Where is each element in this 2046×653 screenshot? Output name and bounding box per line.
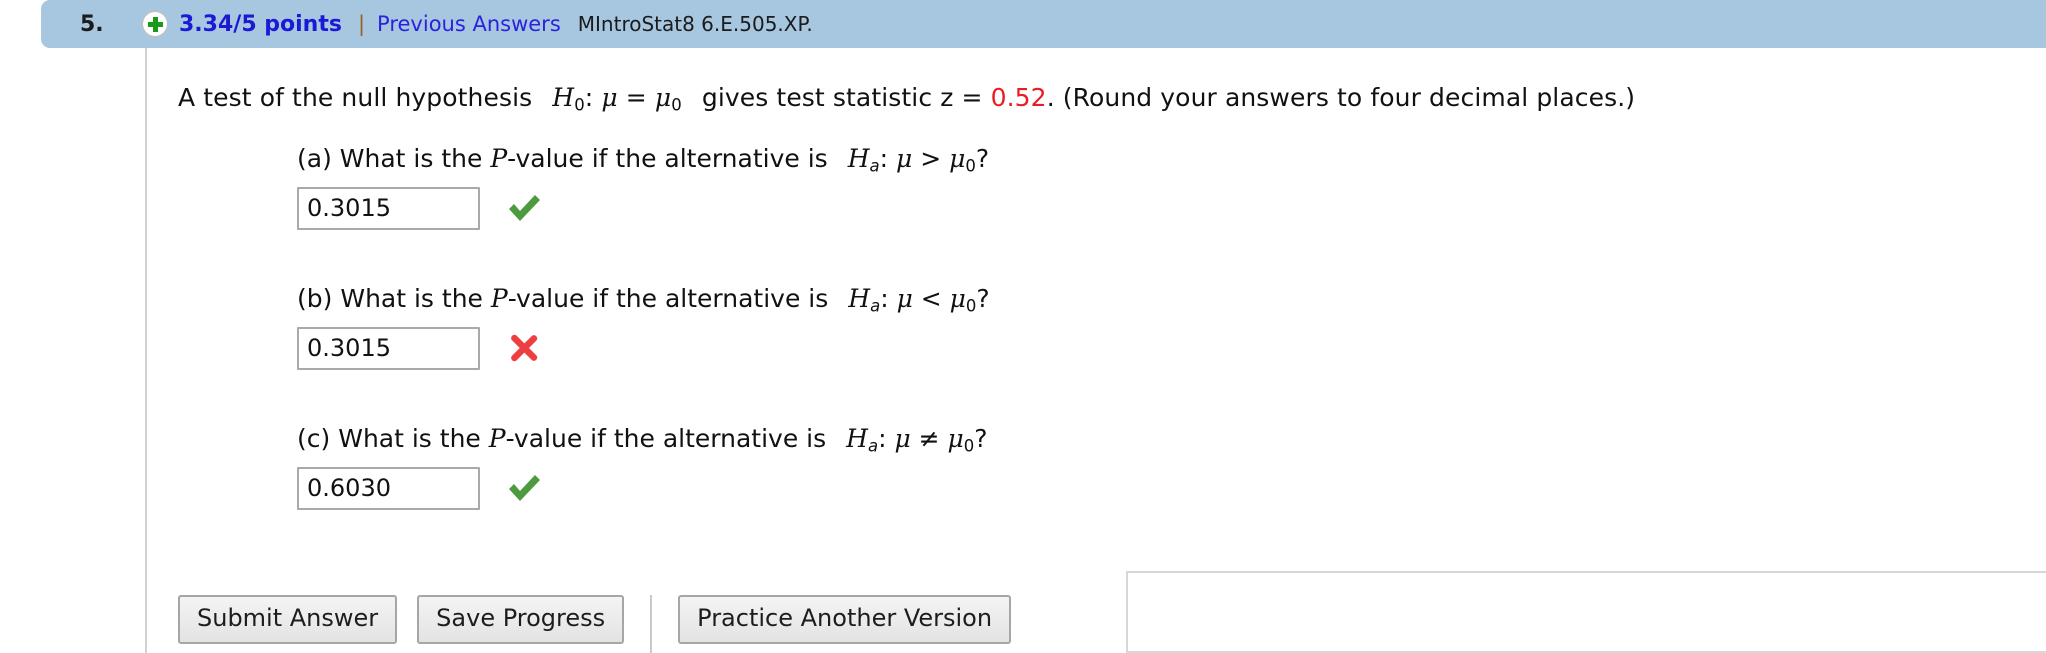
prompt-period: . <box>1046 83 1055 112</box>
submit-answer-button[interactable]: Submit Answer <box>178 595 398 644</box>
part-b-alternative-expression: Ha: μ < μ0? <box>848 284 990 316</box>
content-left-rule <box>145 48 147 653</box>
red-x-icon <box>505 329 543 367</box>
question-content: A test of the null hypothesis H0: μ = μ0 g… <box>178 48 2046 653</box>
part-a-alternative-expression: Ha: μ > μ0? <box>847 144 990 176</box>
green-check-icon <box>505 469 543 507</box>
part-c-answer-row <box>297 466 988 510</box>
header-separator: | <box>357 12 366 36</box>
part-c-lead: What is the <box>338 424 481 453</box>
part-a-label: (a) <box>297 144 332 173</box>
side-info-panel <box>1126 571 2046 653</box>
part-a-lead: What is the <box>339 144 483 173</box>
part-b-pvalue-text: P-value if the alternative is <box>490 284 829 313</box>
z-value: 0.52 <box>990 83 1047 112</box>
part-a-answer-input[interactable] <box>297 186 480 230</box>
part-b-answer-input[interactable] <box>297 326 480 370</box>
question-header-bar: 5. 3.34/5 points | Previous Answers MInt… <box>41 0 2046 48</box>
part-c-pvalue-text: P-value if the alternative is <box>488 424 827 453</box>
question-part-b: (b) What is the P-value if the alternati… <box>297 284 990 370</box>
save-progress-button[interactable]: Save Progress <box>417 595 625 644</box>
question-prompt: A test of the null hypothesis H0: μ = μ0 g… <box>178 83 1635 115</box>
action-buttons: Submit Answer Save Progress Practice Ano… <box>178 595 1012 653</box>
prompt-lead: A test of the null hypothesis <box>178 83 533 112</box>
green-check-icon <box>505 189 543 227</box>
part-b-lead: What is the <box>340 284 483 313</box>
part-c-label: (c) <box>297 424 331 453</box>
question-number: 5. <box>80 11 104 37</box>
rounding-note: (Round your answers to four decimal plac… <box>1062 83 1636 112</box>
part-b-answer-row <box>297 326 990 370</box>
question-part-a: (a) What is the P-value if the alternati… <box>297 144 989 230</box>
prompt-middle: gives test statistic z = <box>701 83 983 112</box>
part-b-label: (b) <box>297 284 333 313</box>
question-part-c: (c) What is the P-value if the alternati… <box>297 424 988 510</box>
part-c-alternative-expression: Ha: μ ≠ μ0? <box>846 424 988 456</box>
plus-circle-icon[interactable] <box>142 11 168 37</box>
part-a-question: (a) What is the P-value if the alternati… <box>297 144 989 176</box>
points-earned: 3.34/5 points <box>179 11 342 37</box>
part-c-answer-input[interactable] <box>297 466 480 510</box>
part-a-answer-row <box>297 186 989 230</box>
part-b-question: (b) What is the P-value if the alternati… <box>297 284 990 316</box>
problem-id: MIntroStat8 6.E.505.XP. <box>577 12 813 36</box>
null-hypothesis-expression: H0: μ = μ0 <box>552 83 682 115</box>
part-a-pvalue-text: P-value if the alternative is <box>490 144 828 173</box>
part-c-question: (c) What is the P-value if the alternati… <box>297 424 988 456</box>
button-group-divider <box>650 595 653 653</box>
practice-another-version-button[interactable]: Practice Another Version <box>678 595 1012 644</box>
previous-answers-link[interactable]: Previous Answers <box>377 12 561 36</box>
